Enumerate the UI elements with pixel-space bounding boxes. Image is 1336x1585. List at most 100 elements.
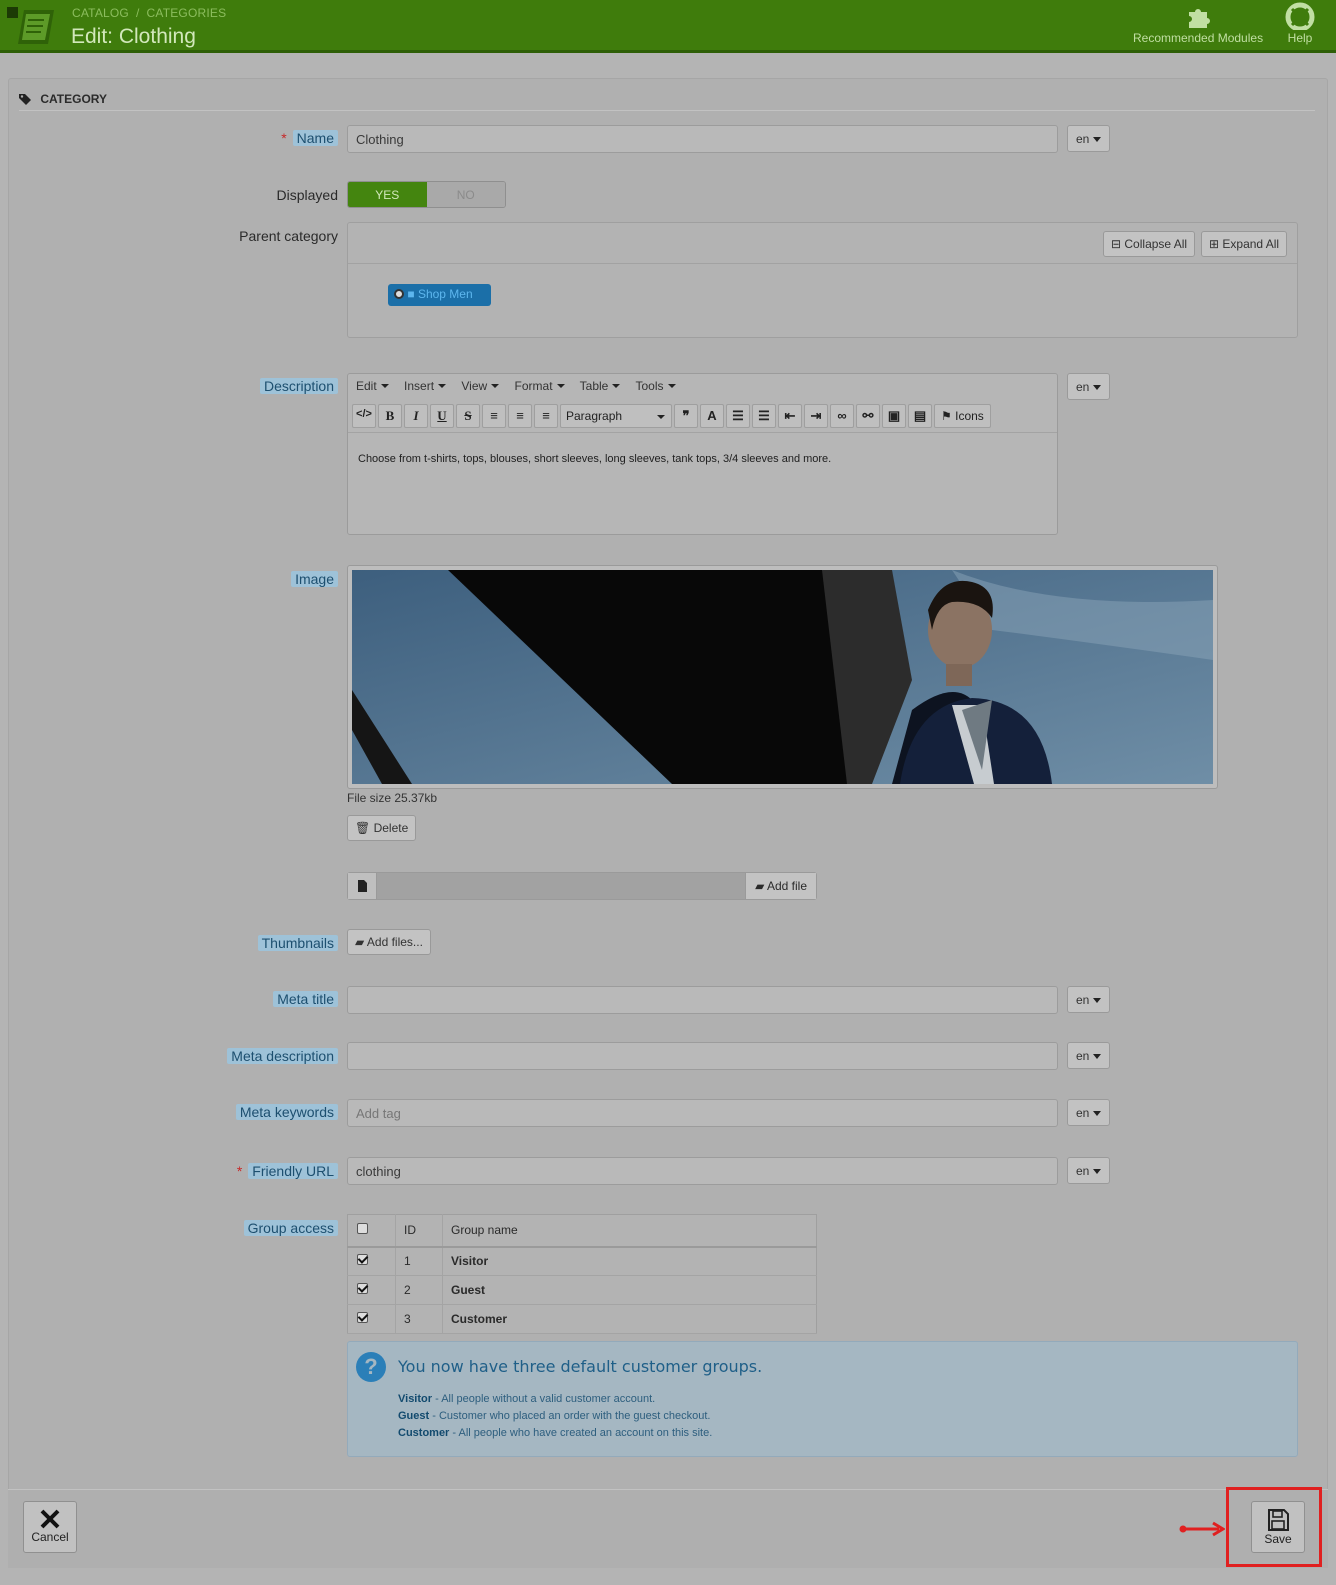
help-button[interactable]: Help [1285, 2, 1315, 45]
menu-edit[interactable]: Edit [356, 379, 389, 393]
group-checkbox-guest[interactable] [357, 1283, 368, 1294]
media-icon[interactable]: ▣ [882, 404, 906, 428]
thumbnails-label: Thumbnails [257, 935, 338, 951]
image-icon[interactable]: ▤ [908, 404, 932, 428]
description-lang-select[interactable]: en [1067, 373, 1110, 400]
bullet-list-icon[interactable]: ☰ [726, 404, 750, 428]
link-icon[interactable]: ∞ [830, 404, 854, 428]
name-label: * Name [281, 130, 338, 146]
displayed-yes[interactable]: YES [348, 182, 427, 207]
menu-insert[interactable]: Insert [404, 379, 446, 393]
help-heading: You now have three default customer grou… [398, 1357, 763, 1376]
meta-keywords-label: Meta keywords [235, 1104, 338, 1120]
parent-category-tree: ⊟ Collapse All ⊞ Expand All ■ Shop Men [347, 222, 1298, 338]
table-row: 2 Guest [347, 1275, 817, 1305]
add-thumbnails-button[interactable]: ▰ Add files... [347, 929, 431, 955]
group-access-table: ID Group name 1 Visitor 2 Guest 3 Custom… [347, 1214, 817, 1334]
image-upload-field[interactable]: ▰ Add file [347, 872, 817, 900]
help-line-guest: Guest - Customer who placed an order wit… [398, 1410, 711, 1422]
meta-description-lang-select[interactable]: en [1067, 1042, 1110, 1069]
strikethrough-icon[interactable]: S [456, 404, 480, 428]
folder-open-icon: ▰ [755, 879, 765, 893]
group-name: Guest [442, 1275, 817, 1305]
group-id: 3 [395, 1304, 443, 1334]
meta-keywords-input[interactable]: Add tag [347, 1099, 1058, 1127]
description-label: Description [259, 378, 338, 394]
meta-keywords-lang-select[interactable]: en [1067, 1099, 1110, 1126]
menu-view[interactable]: View [461, 379, 499, 393]
trash-icon: 🗑 [355, 821, 371, 835]
group-id: 2 [395, 1275, 443, 1305]
image-file-size: File size 25.37kb [347, 791, 438, 805]
panel-heading: CATEGORY [19, 85, 1315, 111]
meta-title-lang-select[interactable]: en [1067, 986, 1110, 1013]
text-color-icon[interactable]: A [700, 404, 724, 428]
description-content[interactable]: Choose from t-shirts, tops, blouses, sho… [348, 432, 1057, 534]
add-file-button[interactable]: ▰ Add file [745, 873, 816, 899]
help-line-visitor: Visitor - All people without a valid cus… [398, 1393, 656, 1405]
menu-tools[interactable]: Tools [635, 379, 675, 393]
friendly-url-lang-select[interactable]: en [1067, 1157, 1110, 1184]
annotation-arrow-icon [1179, 1521, 1225, 1537]
tree-node-shop-men[interactable]: ■ Shop Men [388, 284, 491, 306]
align-left-icon[interactable]: ≡ [482, 404, 506, 428]
radio-icon[interactable] [394, 289, 404, 299]
breadcrumb-categories[interactable]: CATEGORIES [147, 6, 227, 20]
page-title: Edit: Clothing [71, 25, 196, 48]
cancel-button[interactable]: Cancel [23, 1501, 77, 1553]
expand-all-button[interactable]: ⊞ Expand All [1201, 231, 1288, 257]
group-help-box: ? You now have three default customer gr… [347, 1341, 1298, 1457]
recommended-modules-button[interactable]: Recommended Modules [1133, 2, 1263, 45]
column-id: ID [395, 1214, 443, 1248]
menu-format[interactable]: Format [515, 379, 565, 393]
breadcrumb-catalog[interactable]: CATALOG [72, 6, 129, 20]
underline-icon[interactable]: U [430, 404, 454, 428]
numbered-list-icon[interactable]: ☰ [752, 404, 776, 428]
category-image [347, 565, 1218, 789]
lifebuoy-icon [1285, 2, 1315, 30]
logo-icon [4, 4, 56, 48]
menu-table[interactable]: Table [580, 379, 621, 393]
blockquote-icon[interactable]: ❞ [674, 404, 698, 428]
italic-icon[interactable]: I [404, 404, 428, 428]
icons-button[interactable]: ⚑ Icons [934, 404, 991, 428]
tags-icon [19, 94, 31, 105]
description-editor[interactable]: Edit Insert View Format Table Tools </> … [347, 373, 1058, 535]
editor-toolbar: </> B I U S ≡ ≡ ≡ Paragraph ❞ A ☰ ☰ ⇤ ⇥ … [352, 404, 991, 430]
group-checkbox-visitor[interactable] [357, 1254, 368, 1266]
align-right-icon[interactable]: ≡ [534, 404, 558, 428]
displayed-toggle[interactable]: YES NO [347, 181, 506, 208]
table-header-row: ID Group name [347, 1214, 817, 1248]
align-center-icon[interactable]: ≡ [508, 404, 532, 428]
meta-description-input[interactable] [347, 1042, 1058, 1070]
indent-icon[interactable]: ⇥ [804, 404, 828, 428]
paragraph-format-select[interactable]: Paragraph [560, 404, 672, 428]
displayed-no[interactable]: NO [426, 182, 505, 207]
file-icon [348, 873, 377, 899]
editor-menubar: Edit Insert View Format Table Tools [348, 374, 1057, 401]
bold-icon[interactable]: B [378, 404, 402, 428]
image-label: Image [291, 571, 338, 587]
panel-footer [8, 1489, 1328, 1568]
group-checkbox-customer[interactable] [357, 1312, 368, 1323]
group-id: 1 [395, 1246, 443, 1276]
meta-title-input[interactable] [347, 986, 1058, 1014]
column-group-name: Group name [442, 1214, 817, 1248]
delete-image-button[interactable]: 🗑 Delete [347, 815, 417, 841]
help-line-customer: Customer - All people who have created a… [398, 1427, 713, 1439]
folder-open-icon: ▰ [355, 935, 365, 949]
unlink-icon[interactable]: ⚯ [856, 404, 880, 428]
select-all-checkbox[interactable] [357, 1223, 368, 1235]
group-name: Visitor [442, 1246, 817, 1276]
meta-title-label: Meta title [273, 991, 338, 1007]
group-access-label: Group access [243, 1220, 338, 1236]
save-highlight-box [1226, 1487, 1322, 1567]
friendly-url-input[interactable]: clothing [347, 1157, 1058, 1185]
puzzle-icon [1189, 9, 1211, 28]
source-code-icon[interactable]: </> [352, 404, 376, 428]
name-lang-select[interactable]: en [1067, 125, 1110, 152]
parent-category-label: Parent category [239, 228, 338, 244]
name-input[interactable]: Clothing [347, 125, 1058, 153]
outdent-icon[interactable]: ⇤ [778, 404, 802, 428]
collapse-all-button[interactable]: ⊟ Collapse All [1103, 231, 1196, 257]
